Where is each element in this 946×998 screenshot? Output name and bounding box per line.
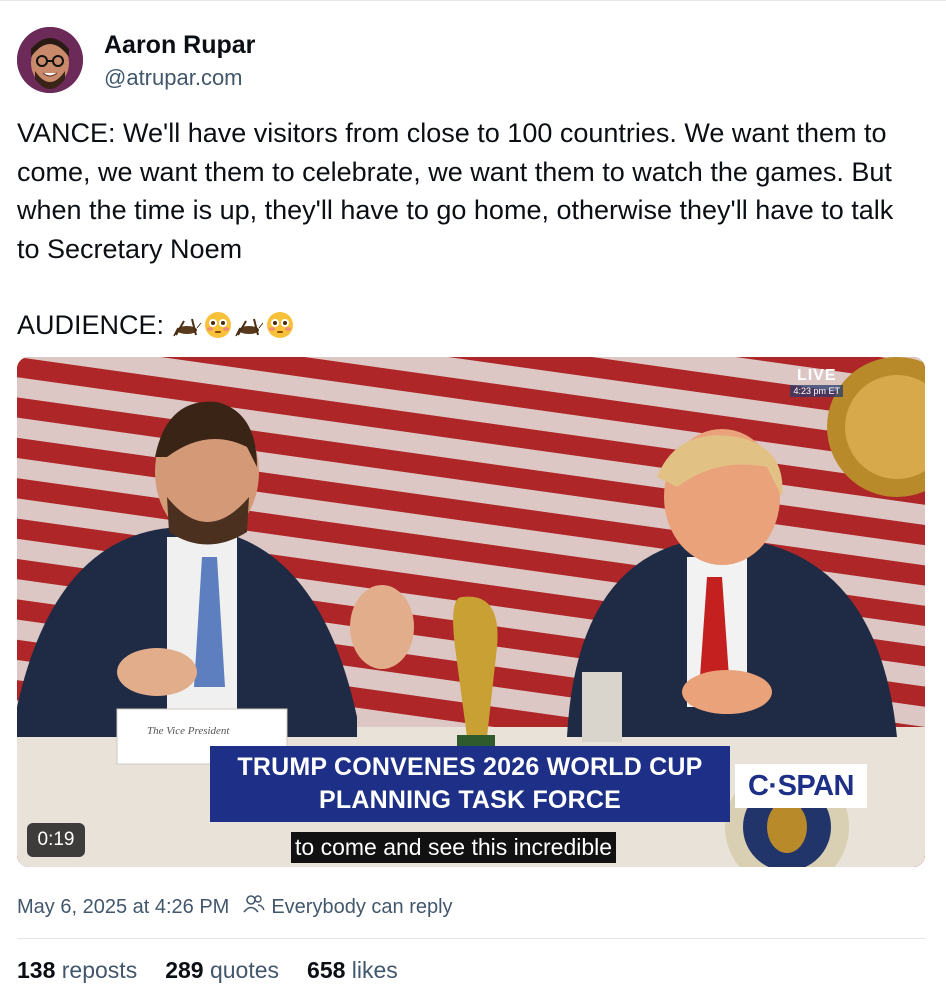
quotes-label: quotes xyxy=(209,957,280,983)
top-divider xyxy=(0,0,946,1)
likes-count: 658 xyxy=(307,957,346,983)
nameplate-text: The Vice President xyxy=(147,725,230,737)
chyron-line-1: TRUMP CONVENES 2026 WORLD CUP xyxy=(237,753,703,781)
quotes-stat[interactable]: 289 quotes xyxy=(165,957,279,984)
flushed-face-icon xyxy=(205,312,232,338)
reposts-count: 138 xyxy=(17,957,56,983)
reply-setting: Everybody can reply xyxy=(271,895,453,918)
live-label: LIVE xyxy=(796,367,837,384)
flushed-face-icon xyxy=(267,312,294,338)
quotes-count: 289 xyxy=(165,957,204,983)
audience-emoji-row xyxy=(172,311,294,339)
post-stats: 138 reposts 289 quotes 658 likes xyxy=(17,957,398,984)
author-handle[interactable]: @atrupar.com xyxy=(104,65,243,91)
avatar-image xyxy=(17,27,83,93)
news-chyron: TRUMP CONVENES 2026 WORLD CUP PLANNING T… xyxy=(210,746,730,822)
likes-label: likes xyxy=(351,957,398,983)
video-player[interactable]: LIVE 4:23 pm ET The Vice President TRUMP… xyxy=(17,357,925,867)
live-time: 4:23 pm ET xyxy=(790,385,843,397)
chyron-line-2: PLANNING TASK FORCE xyxy=(319,786,621,814)
post-audience-line: AUDIENCE: xyxy=(17,306,294,344)
live-badge: LIVE 4:23 pm ET xyxy=(790,367,843,397)
post-text: VANCE: We'll have visitors from close to… xyxy=(17,118,894,264)
reposts-stat[interactable]: 138 reposts xyxy=(17,957,137,984)
audience-label: AUDIENCE: xyxy=(17,310,165,340)
post-meta: May 6, 2025 at 4:26 PM Everybody can rep… xyxy=(17,894,453,920)
people-icon xyxy=(243,894,265,920)
author-name[interactable]: Aaron Rupar xyxy=(104,31,255,60)
post-timestamp[interactable]: May 6, 2025 at 4:26 PM xyxy=(17,896,229,919)
cricket-icon xyxy=(235,318,264,337)
reposts-label: reposts xyxy=(61,957,138,983)
video-caption: to come and see this incredible xyxy=(291,832,617,863)
network-logo: C·SPAN xyxy=(735,764,867,808)
avatar[interactable] xyxy=(17,27,83,93)
video-duration: 0:19 xyxy=(27,823,85,857)
likes-stat[interactable]: 658 likes xyxy=(307,957,398,984)
cricket-icon xyxy=(173,318,202,337)
stats-divider xyxy=(17,938,925,939)
